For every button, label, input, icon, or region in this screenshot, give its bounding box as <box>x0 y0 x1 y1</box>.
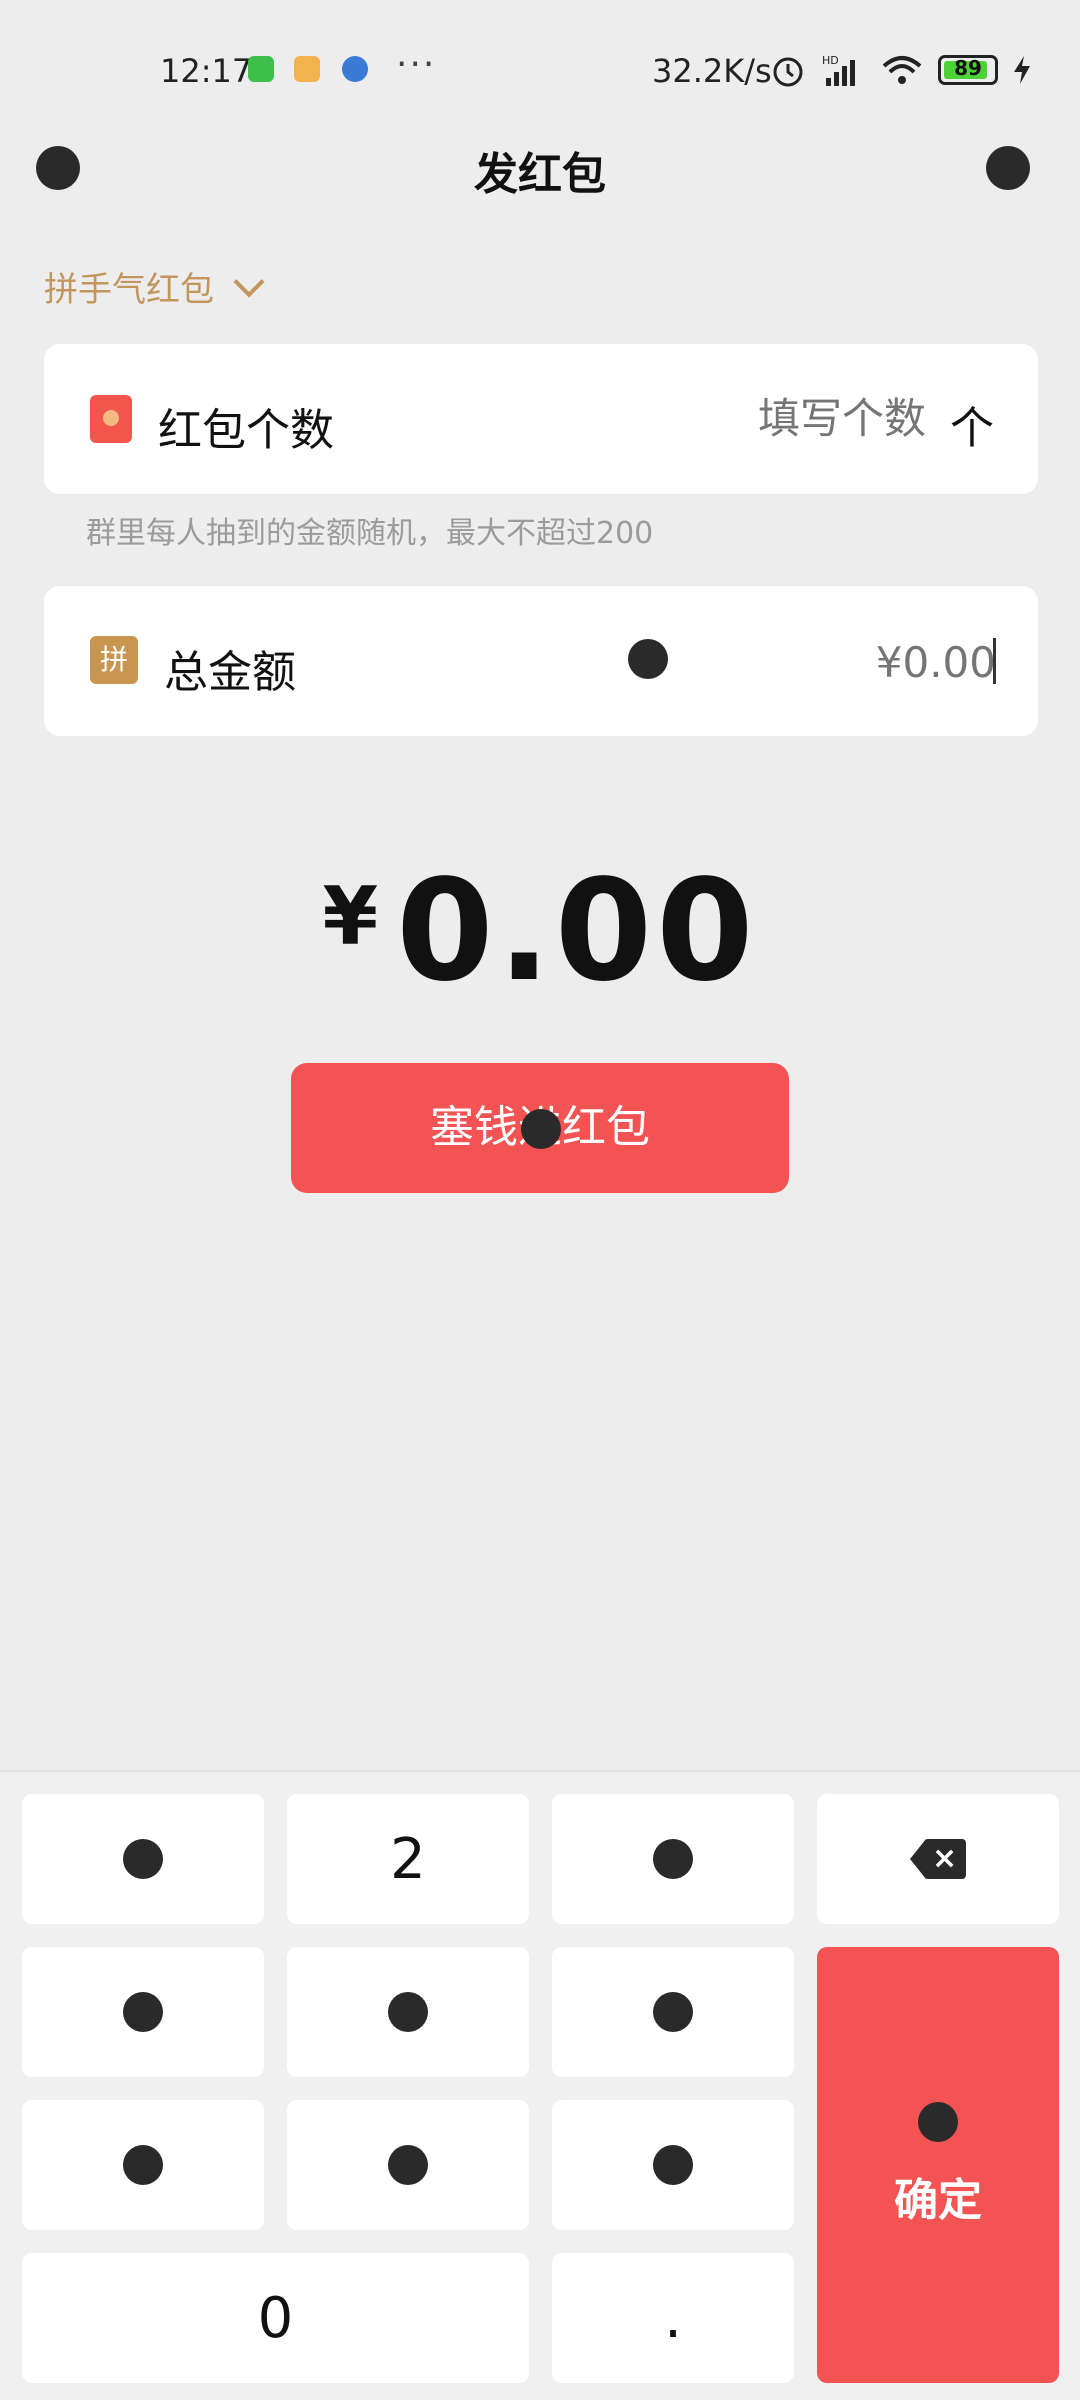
keypad-key-decimal[interactable]: . <box>552 2253 794 2383</box>
status-time: 12:17 <box>160 52 253 90</box>
packet-count-unit: 个 <box>950 403 994 454</box>
battery-icon: 89 <box>938 55 998 85</box>
status-bar: 12:17 ··· 32.2K/s HD 89 <box>0 0 1080 140</box>
alarm-icon <box>773 57 803 87</box>
navigation-bar: 发红包 <box>0 120 1080 220</box>
submit-red-packet-button[interactable]: 塞钱进红包 <box>291 1063 789 1193</box>
packet-type-label: 拼手气红包 <box>44 270 214 310</box>
key-5-icon <box>388 1992 428 2032</box>
confirm-dot-icon <box>918 2102 958 2142</box>
more-notifications-icon: ··· <box>396 44 437 85</box>
keypad-key-5[interactable] <box>287 1947 529 2077</box>
info-icon <box>628 639 668 679</box>
overlay-dot-icon <box>521 1109 561 1149</box>
key-8-icon <box>388 2145 428 2185</box>
numeric-keypad: 2 × 0 . 确定 <box>0 1770 1080 2400</box>
keypad-key-4[interactable] <box>22 1947 264 2077</box>
total-amount-label: 总金额 <box>164 647 296 698</box>
svg-text:HD: HD <box>822 54 839 67</box>
wifi-icon <box>882 56 922 84</box>
status-icons: HD 89 <box>770 52 1032 88</box>
key-6-icon <box>653 1992 693 2032</box>
keypad-key-6[interactable] <box>552 1947 794 2077</box>
key-3-icon <box>653 1839 693 1879</box>
app-notification-icon <box>248 56 274 82</box>
text-cursor <box>993 638 996 684</box>
network-speed: 32.2K/s <box>652 52 772 90</box>
total-value: 0.00 <box>396 850 758 1013</box>
chevron-down-icon <box>233 265 265 298</box>
key-1-icon <box>123 1839 163 1879</box>
confirm-label: 确定 <box>894 2175 982 2226</box>
key-9-icon <box>653 2145 693 2185</box>
packet-count-input[interactable] <box>666 394 926 443</box>
packet-type-selector[interactable]: 拼手气红包 <box>44 262 265 311</box>
total-display: ¥0.00 <box>0 850 1080 1013</box>
keypad-key-7[interactable] <box>22 2100 264 2230</box>
total-amount-input[interactable] <box>796 638 996 687</box>
random-amount-hint: 群里每人抽到的金额随机，最大不超过200 <box>86 516 654 551</box>
backspace-icon: × <box>910 1839 966 1879</box>
charging-icon <box>1014 56 1030 84</box>
pin-badge-icon: 拼 <box>90 636 138 684</box>
key-7-icon <box>123 2145 163 2185</box>
total-amount-card[interactable]: 拼 总金额 <box>44 586 1038 736</box>
packet-count-label: 红包个数 <box>158 405 334 456</box>
keypad-key-2[interactable]: 2 <box>287 1794 529 1924</box>
keypad-key-1[interactable] <box>22 1794 264 1924</box>
keypad-key-9[interactable] <box>552 2100 794 2230</box>
currency-symbol: ¥ <box>322 870 379 963</box>
more-icon[interactable] <box>986 146 1030 190</box>
packet-count-card[interactable]: 红包个数 个 <box>44 344 1038 494</box>
key-4-icon <box>123 1992 163 2032</box>
red-packet-icon <box>90 395 132 443</box>
battery-level: 89 <box>954 56 982 80</box>
confirm-button[interactable]: 确定 <box>817 1947 1059 2383</box>
signal-icon: HD <box>822 54 855 86</box>
keypad-key-3[interactable] <box>552 1794 794 1924</box>
keypad-key-8[interactable] <box>287 2100 529 2230</box>
backspace-button[interactable]: × <box>817 1794 1059 1924</box>
app-notification-icon <box>342 56 368 82</box>
page-title: 发红包 <box>474 149 606 200</box>
app-notification-icon <box>294 56 320 82</box>
keypad-key-0[interactable]: 0 <box>22 2253 529 2383</box>
